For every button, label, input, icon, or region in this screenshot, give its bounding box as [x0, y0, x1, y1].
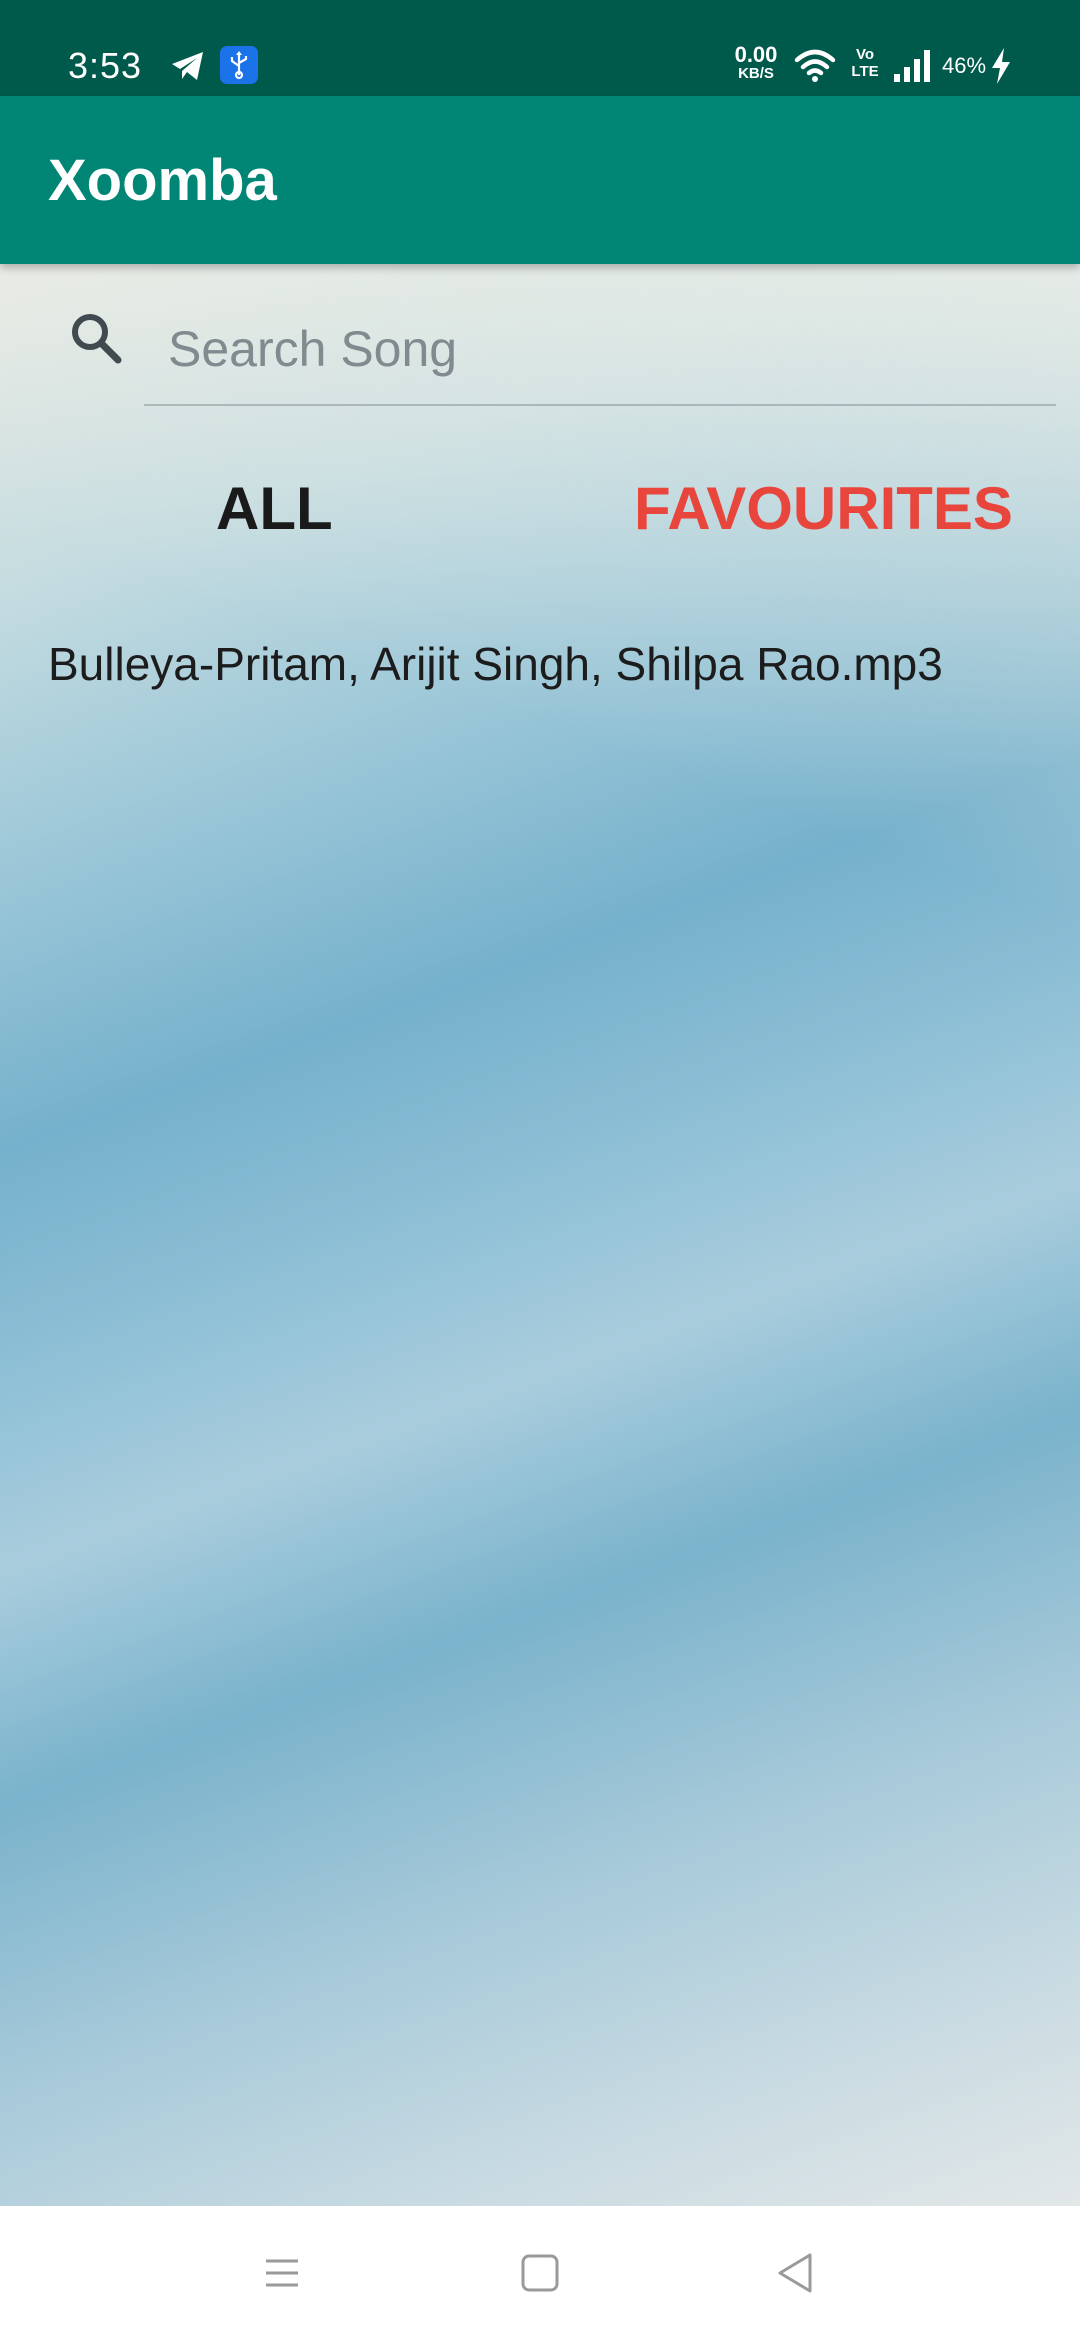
battery-percent: 46% — [942, 53, 987, 78]
search-input[interactable] — [144, 304, 1054, 394]
menu-icon[interactable] — [252, 2243, 312, 2303]
telegram-icon — [172, 52, 203, 80]
wifi-icon — [794, 49, 836, 82]
app-title: Xoomba — [48, 148, 277, 213]
net-speed-unit: KB/S — [738, 65, 774, 82]
status-bar: 3:53 0.00 KB/S Vo LTE 46% — [0, 0, 1080, 96]
search-underline — [144, 404, 1056, 406]
back-icon[interactable] — [766, 2243, 826, 2303]
net-speed-value: 0.00 — [734, 42, 778, 67]
search-bar — [0, 264, 1080, 414]
home-icon[interactable] — [510, 2243, 570, 2303]
volte-indicator: Vo LTE — [846, 46, 884, 80]
status-time: 3:53 — [68, 45, 143, 86]
search-icon[interactable] — [64, 306, 128, 370]
app-bar: Xoomba — [0, 96, 1080, 264]
navigation-bar — [0, 2206, 1080, 2340]
tab-favourites[interactable]: FAVOURITES — [634, 474, 1013, 544]
tab-all[interactable]: ALL — [216, 474, 333, 544]
charging-icon — [992, 48, 1010, 84]
volte-bottom: LTE — [851, 63, 879, 80]
net-speed: 0.00 KB/S — [728, 44, 784, 82]
volte-top: Vo — [855, 46, 875, 63]
main-content: ALL FAVOURITES Bulleya-Pritam, Arijit Si… — [0, 264, 1080, 2206]
signal-icon — [894, 50, 930, 82]
usb-icon — [220, 46, 258, 84]
song-list-item[interactable]: Bulleya-Pritam, Arijit Singh, Shilpa Rao… — [48, 624, 1048, 704]
